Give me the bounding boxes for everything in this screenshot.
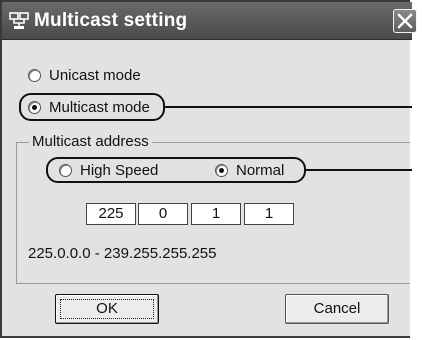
close-button[interactable] [393,9,417,33]
octet-4-input[interactable]: 1 [244,203,294,225]
unicast-radio[interactable] [28,68,41,82]
multicast-mode-option[interactable]: Multicast mode [28,96,150,118]
ok-button[interactable]: OK [55,294,159,324]
multicast-mode-label: Multicast mode [49,98,150,116]
network-settings-icon [9,12,29,30]
normal-label: Normal [236,161,285,179]
title-bar[interactable]: Multicast setting [2,2,417,40]
focus-rectangle [60,299,154,319]
normal-radio[interactable] [215,163,228,177]
normal-option[interactable]: Normal [215,159,284,181]
multicast-setting-dialog: Multicast setting Unicast mode Multicast… [0,0,417,338]
address-range-text: 225.0.0.0 - 239.255.255.255 [28,245,217,262]
high-speed-label: High Speed [80,161,159,179]
multicast-radio[interactable] [28,100,41,114]
unicast-mode-option[interactable]: Unicast mode [28,64,141,86]
cancel-button[interactable]: Cancel [285,294,389,324]
window-title: Multicast setting [34,10,188,31]
multicast-address-group-title: Multicast address [29,133,152,150]
octet-2-input[interactable]: 0 [138,203,188,225]
close-icon [397,13,413,29]
cancel-button-label: Cancel [313,300,361,317]
multicast-mode-callout-line [165,106,412,108]
high-speed-radio[interactable] [59,163,72,177]
unicast-mode-label: Unicast mode [49,66,141,84]
octet-3-input[interactable]: 1 [191,203,241,225]
speed-callout-line [306,169,412,171]
octet-1-input[interactable]: 225 [86,203,136,225]
high-speed-option[interactable]: High Speed [59,159,158,181]
